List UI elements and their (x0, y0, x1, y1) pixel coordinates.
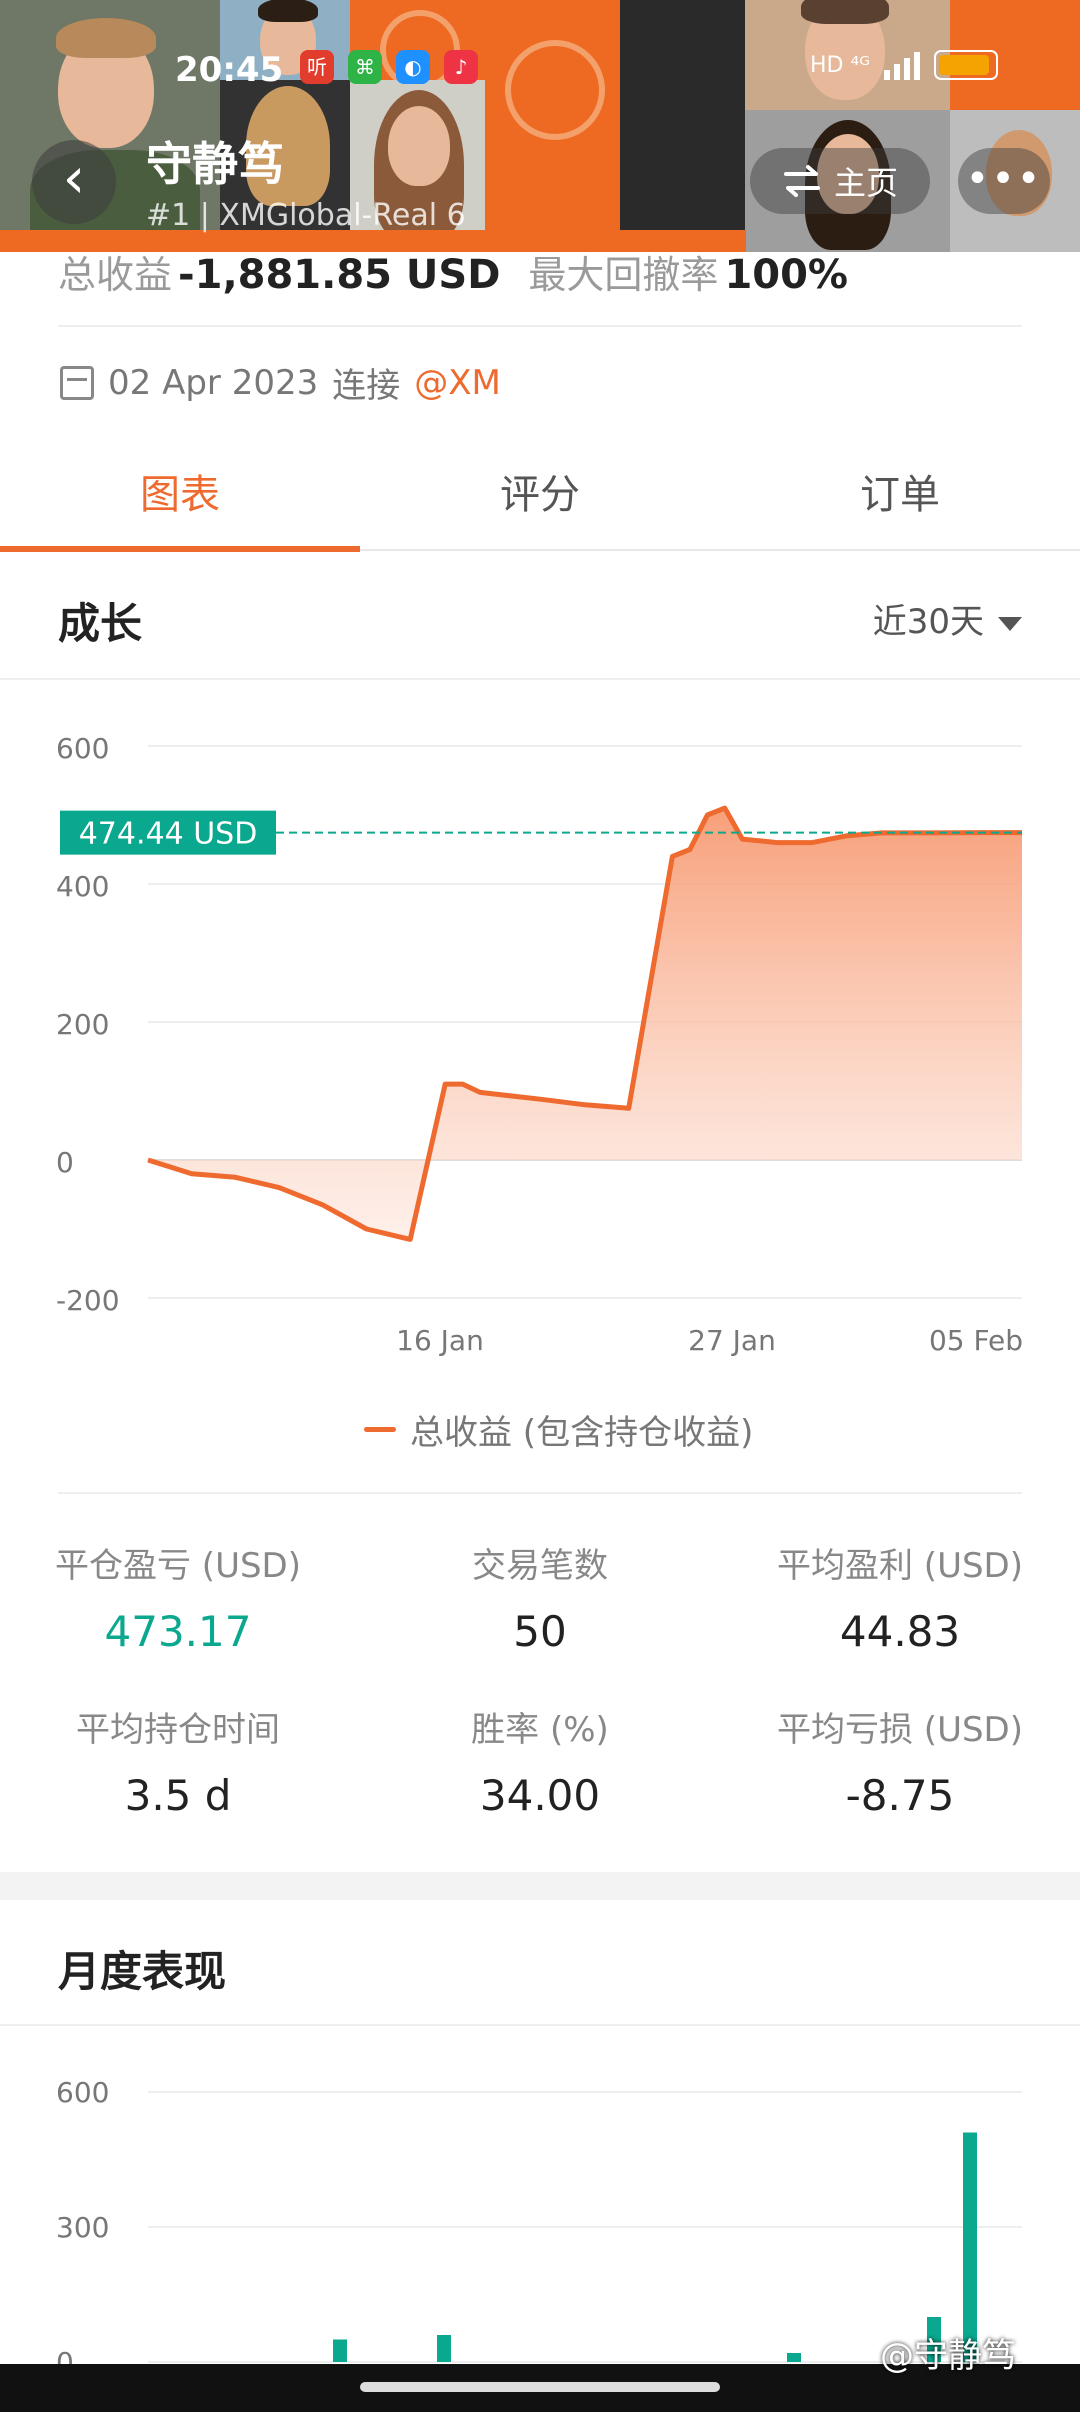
legend-label: 总收益 (包含持仓收益) (410, 1413, 754, 1453)
divider (0, 2024, 1080, 2026)
drawdown-value: 100% (724, 252, 849, 298)
monthly-bar (333, 2339, 347, 2362)
stat-trade-count: 交易笔数 50 (380, 1538, 700, 1656)
monthly-title: 月度表现 (58, 1947, 227, 1996)
growth-title: 成长 (58, 599, 143, 648)
stat-avg-hold-time: 平均持仓时间 3.5 d (18, 1702, 338, 1820)
y-tick-label: 0 (56, 1146, 74, 1179)
stat-avg-loss: 平均亏损 (USD) -8.75 (740, 1702, 1060, 1820)
stat-label: 平均亏损 (USD) (777, 1710, 1023, 1750)
total-value: -1,881.85 USD (178, 252, 501, 298)
listen-app-icon: 听 (300, 50, 334, 84)
back-button[interactable]: ‹ (32, 140, 116, 224)
stat-label: 平均盈利 (USD) (777, 1546, 1023, 1586)
current-value-label: 474.44 USD (79, 817, 258, 852)
network-label: HD ⁴ᴳ (810, 52, 871, 78)
tab-bar: 图表 评分 订单 (0, 455, 1080, 552)
broker-link[interactable]: @XM (414, 363, 501, 403)
monthly-bar (787, 2353, 801, 2362)
battery-icon (934, 50, 999, 80)
divider (0, 678, 1080, 680)
y-tick-label: 600 (56, 732, 109, 765)
legend-swatch (364, 1427, 396, 1432)
tab-chart[interactable]: 图表 (0, 455, 360, 552)
home-indicator[interactable] (360, 2382, 720, 2392)
x-tick-label: 27 Jan (688, 1324, 776, 1357)
account-label: #1 | XMGlobal-Real 6 (146, 198, 466, 233)
growth-chart: 600 400 200 0 -200 16 Jan 27 Jan 05 Feb 474.44… (56, 732, 1023, 1357)
stat-win-rate: 胜率 (%) 34.00 (380, 1702, 700, 1820)
y-tick-label: 600 (56, 2076, 109, 2109)
video-header: 20:45 听 ⌘ ◐ ♪ HD ⁴ᴳ ‹ 守静笃 #1 | XMGlobal-… (0, 0, 1080, 252)
stat-value: 34.00 (479, 1771, 601, 1820)
monthly-bar (437, 2335, 451, 2362)
connect-date: 02 Apr 2023 (108, 362, 319, 403)
tab-orders[interactable]: 订单 (720, 455, 1080, 549)
chevron-left-icon: ‹ (62, 146, 86, 211)
stat-label: 交易笔数 (472, 1546, 608, 1586)
stat-value: 50 (513, 1607, 567, 1656)
range-dropdown[interactable]: 近30天 (873, 594, 1022, 643)
drawdown-label: 最大回撤率 (528, 253, 719, 297)
home-label: 主页 (833, 164, 898, 202)
x-tick-label: 05 Feb (929, 1324, 1023, 1357)
music-app-icon: ♪ (444, 50, 478, 84)
x-tick-label: 16 Jan (396, 1324, 484, 1357)
summary-row: 总收益 -1,881.85 USD 最大回撤率 100% (58, 244, 876, 299)
stat-avg-profit: 平均盈利 (USD) 44.83 (740, 1538, 1060, 1656)
total-label: 总收益 (58, 253, 173, 297)
stat-closed-pnl: 平仓盈亏 (USD) 473.17 (18, 1538, 338, 1656)
stat-value: -8.75 (845, 1771, 955, 1820)
browser-app-icon: ◐ (396, 50, 430, 84)
calendar-icon (60, 365, 94, 400)
divider (58, 325, 1022, 327)
monthly-chart: 600 300 0 (56, 2076, 1022, 2364)
stat-value: 3.5 d (124, 1771, 232, 1820)
stat-label: 胜率 (%) (471, 1710, 609, 1750)
connection-info: 02 Apr 2023 连接 @XM (60, 358, 501, 407)
y-tick-label: 300 (56, 2211, 109, 2244)
status-app-icons: 听 ⌘ ◐ ♪ (300, 50, 478, 84)
watermark: @守静笃 (880, 2336, 1016, 2376)
y-tick-label: -200 (56, 1284, 120, 1317)
connect-label: 连接 (332, 366, 401, 406)
status-indicators: HD ⁴ᴳ (810, 50, 999, 80)
video-tile (485, 0, 620, 232)
home-button[interactable]: 主页 (750, 148, 930, 214)
trader-name: 守静笃 (146, 137, 284, 191)
y-tick-label: 400 (56, 870, 109, 903)
stat-value: 44.83 (839, 1607, 961, 1656)
stat-value: 473.17 (104, 1607, 252, 1656)
y-tick-label: 0 (56, 2346, 74, 2364)
stat-label: 平仓盈亏 (USD) (55, 1546, 301, 1586)
switch-icon (783, 165, 820, 197)
section-separator (0, 1872, 1080, 1900)
chart-legend: 总收益 (包含持仓收益) (364, 1405, 753, 1454)
stat-label: 平均持仓时间 (76, 1710, 280, 1750)
shop-app-icon: ⌘ (348, 50, 382, 84)
signal-icon (884, 52, 921, 80)
more-button[interactable]: ••• (958, 148, 1050, 214)
status-time: 20:45 (175, 50, 284, 90)
tab-score[interactable]: 评分 (360, 455, 720, 549)
series-area (148, 808, 1022, 1240)
divider (58, 1492, 1022, 1494)
y-tick-label: 200 (56, 1008, 109, 1041)
